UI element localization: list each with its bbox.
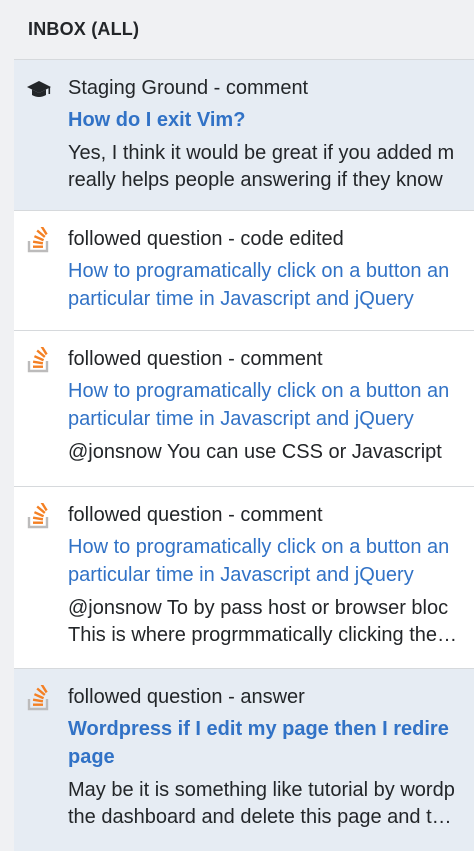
notification-type: followed question - answer bbox=[68, 686, 305, 708]
notification-excerpt: @jonsnow You can use CSS or Javascript bbox=[68, 441, 442, 463]
inbox-item-answer[interactable]: followed question - answer Wordpress if … bbox=[14, 669, 474, 851]
question-title-link[interactable]: How to programatically click on a button… bbox=[68, 257, 474, 313]
inbox-item-comment[interactable]: followed question - comment How to progr… bbox=[14, 487, 474, 669]
notification-excerpt: May be it is something like tutorial by … bbox=[68, 779, 455, 828]
graduation-cap-icon bbox=[27, 81, 51, 97]
notification-type: followed question - comment bbox=[68, 348, 323, 370]
stack-overflow-icon bbox=[27, 347, 49, 373]
inbox-title: INBOX (ALL) bbox=[28, 19, 140, 39]
inbox-panel: INBOX (ALL) Staging Ground - comment How… bbox=[14, 0, 474, 851]
stack-overflow-icon bbox=[27, 685, 49, 711]
inbox-item-code-edited[interactable]: followed question - code edited How to p… bbox=[14, 211, 474, 331]
notification-type: followed question - comment bbox=[68, 504, 323, 526]
notification-type: Staging Ground - comment bbox=[68, 77, 309, 99]
notification-excerpt: Yes, I think it would be great if you ad… bbox=[68, 142, 455, 191]
stack-overflow-icon bbox=[27, 503, 49, 529]
notification-excerpt: @jonsnow To by pass host or browser bloc… bbox=[68, 597, 458, 646]
notification-type: followed question - code edited bbox=[68, 228, 344, 250]
inbox-item-comment[interactable]: followed question - comment How to progr… bbox=[14, 331, 474, 487]
inbox-header: INBOX (ALL) bbox=[14, 0, 474, 60]
stack-overflow-icon bbox=[27, 227, 49, 253]
inbox-item-staging-ground[interactable]: Staging Ground - comment How do I exit V… bbox=[14, 60, 474, 211]
question-title-link[interactable]: How to programatically click on a button… bbox=[68, 377, 474, 433]
question-title-link[interactable]: How to programatically click on a button… bbox=[68, 533, 474, 589]
question-title-link[interactable]: How do I exit Vim? bbox=[68, 106, 474, 134]
question-title-link[interactable]: Wordpress if I edit my page then I redir… bbox=[68, 715, 474, 771]
